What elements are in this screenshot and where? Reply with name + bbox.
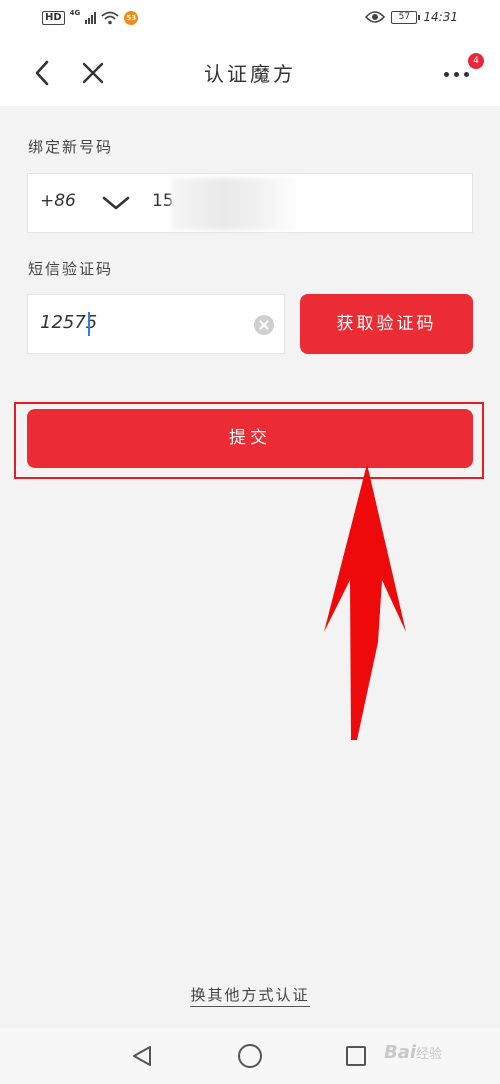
switch-auth-link[interactable]: 换其他方式认证 bbox=[0, 984, 500, 1007]
notification-badge: 53 bbox=[124, 11, 139, 25]
status-left: HD 4G 53 bbox=[42, 9, 139, 25]
status-bar: HD 4G 53 57 14:31 bbox=[0, 0, 500, 38]
more-badge: 4 bbox=[468, 53, 484, 69]
watermark-brand: Bai bbox=[384, 1042, 417, 1063]
system-nav-bar: Bai经验 bbox=[0, 1028, 500, 1084]
hd-indicator: HD bbox=[42, 11, 65, 25]
text-cursor bbox=[88, 312, 90, 336]
watermark-suffix: 经验 bbox=[416, 1047, 443, 1062]
signal-icon bbox=[85, 12, 97, 24]
annotation-highlight-box bbox=[14, 402, 484, 479]
eye-icon bbox=[365, 11, 386, 23]
country-code[interactable]: +86 bbox=[40, 191, 76, 211]
clock: 14:31 bbox=[423, 10, 458, 24]
clear-icon[interactable] bbox=[254, 315, 274, 335]
page-title: 认证魔方 bbox=[204, 62, 296, 86]
sms-code-field[interactable]: 12575 bbox=[27, 294, 285, 354]
arrow-up-icon bbox=[324, 464, 406, 740]
triangle-back-icon[interactable] bbox=[130, 1044, 154, 1068]
network-type: 4G bbox=[69, 9, 81, 17]
recent-apps-icon[interactable] bbox=[346, 1046, 366, 1066]
phone-field: +86 15 bbox=[27, 173, 473, 233]
home-circle-icon[interactable] bbox=[238, 1044, 262, 1068]
redaction-blur bbox=[171, 178, 301, 230]
chevron-down-icon[interactable] bbox=[101, 192, 131, 214]
battery-icon: 57 bbox=[391, 10, 421, 24]
phone-label: 绑定新号码 bbox=[28, 138, 114, 156]
wifi-icon bbox=[101, 11, 119, 25]
switch-auth-link-text[interactable]: 换其他方式认证 bbox=[190, 986, 310, 1007]
get-code-button[interactable]: 获取验证码 bbox=[300, 294, 473, 354]
sms-code-label: 短信验证码 bbox=[28, 260, 114, 278]
screen: HD 4G 53 57 14:31 认证魔方 4 绑定新号码 +86 15 短信… bbox=[0, 0, 500, 1084]
status-right: 57 14:31 bbox=[365, 10, 458, 24]
navigation-bar: 认证魔方 4 bbox=[0, 38, 500, 106]
watermark: Bai经验 bbox=[384, 1042, 442, 1063]
